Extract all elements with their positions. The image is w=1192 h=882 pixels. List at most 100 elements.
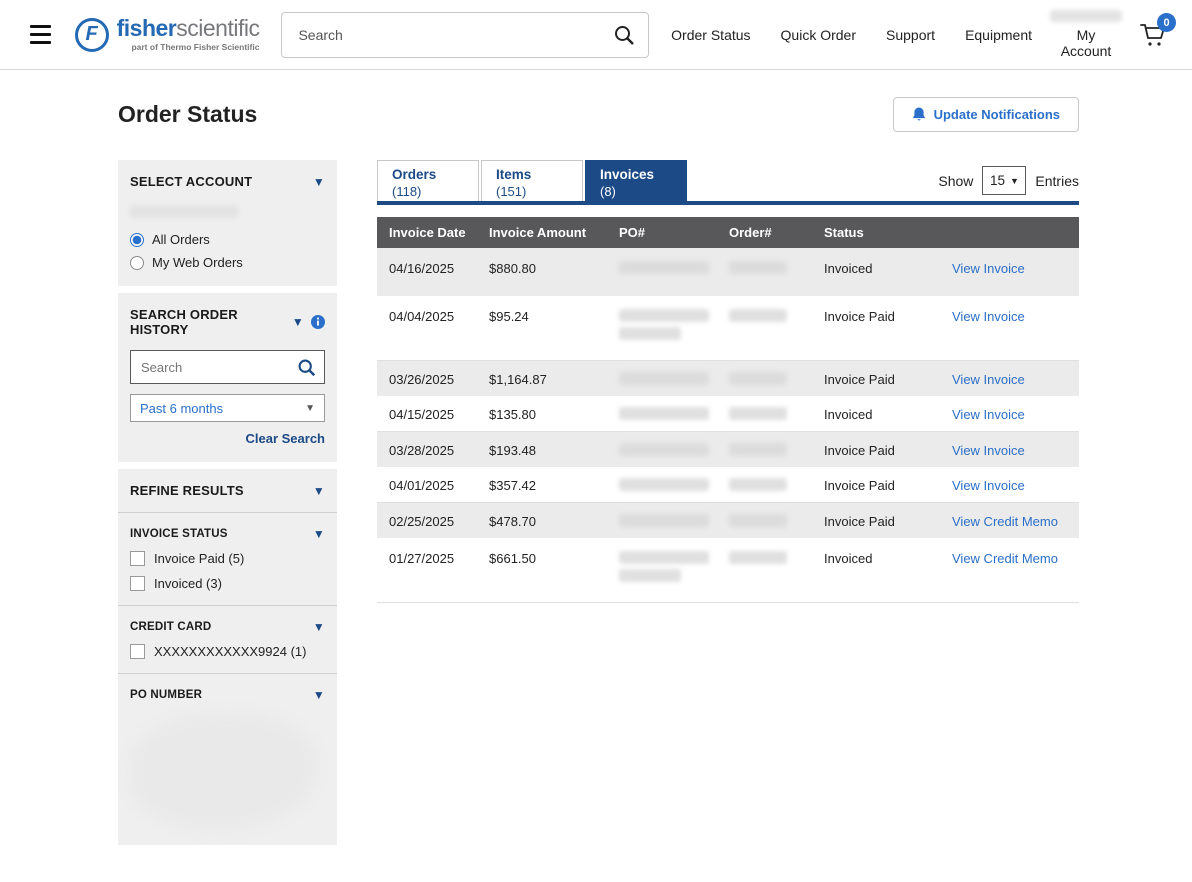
checkbox-label: Invoice Paid (5) <box>154 551 244 566</box>
my-account-button[interactable]: My Account <box>1050 10 1122 59</box>
po-number-cell <box>607 503 717 538</box>
view-invoice-link[interactable]: View Invoice <box>952 407 1025 422</box>
credit-card-checkbox[interactable]: XXXXXXXXXXXX9924 (1) <box>130 644 325 659</box>
view-invoice-link[interactable]: View Credit Memo <box>952 551 1058 566</box>
invoice-row: 04/16/2025 $880.80 Invoiced Vi <box>377 248 1079 296</box>
status-cell: Invoice Paid <box>812 432 940 467</box>
fisher-logo[interactable]: F fisherscientific part of Thermo Fisher… <box>75 17 260 52</box>
entries-label: Entries <box>1035 173 1079 189</box>
date-range-select[interactable]: Past 6 months ▼ <box>130 394 325 422</box>
nav-link[interactable]: Equipment <box>965 27 1032 43</box>
column-header <box>940 217 1079 248</box>
info-icon[interactable] <box>311 315 325 329</box>
radio-icon <box>130 256 144 270</box>
nav-link[interactable]: Order Status <box>671 27 750 43</box>
chevron-down-icon: ▼ <box>313 620 325 634</box>
clear-search-link[interactable]: Clear Search <box>130 431 325 446</box>
header-search <box>281 12 649 58</box>
view-invoice-link[interactable]: View Invoice <box>952 261 1025 276</box>
invoice-row: 03/28/2025 $193.48 Invoice Paid <box>377 432 1079 467</box>
menu-icon[interactable] <box>30 25 51 44</box>
chevron-down-icon: ▼ <box>313 688 325 702</box>
brand-tagline: part of Thermo Fisher Scientific <box>117 43 260 52</box>
column-header: Status <box>812 217 940 248</box>
po-number-cell <box>607 467 717 502</box>
invoice-date-cell: 04/04/2025 <box>377 296 477 360</box>
table-body: 04/16/2025 $880.80 Invoiced Vi <box>377 248 1079 603</box>
order-number-cell <box>717 296 812 360</box>
po-number-cell <box>607 396 717 431</box>
view-invoice-link[interactable]: View Invoice <box>952 309 1025 324</box>
search-icon[interactable] <box>613 24 635 46</box>
radio-icon <box>130 233 144 247</box>
cart-count-badge: 0 <box>1157 13 1176 32</box>
select-account-header[interactable]: SELECT ACCOUNT ▼ <box>130 174 325 189</box>
invoice-status-checkbox[interactable]: Invoiced (3) <box>130 576 325 591</box>
credit-card-header[interactable]: CREDIT CARD ▼ <box>130 620 325 634</box>
refine-results-header[interactable]: REFINE RESULTS ▼ <box>130 483 325 498</box>
results-tab[interactable]: Items (151) <box>481 160 583 201</box>
search-icon[interactable] <box>297 358 316 377</box>
select-account-section: SELECT ACCOUNT ▼ All Orders My Web <box>118 160 337 286</box>
search-order-history-section: SEARCH ORDER HISTORY ▼ Past 6 months ▼ C… <box>118 293 337 462</box>
chevron-down-icon: ▼ <box>292 315 304 329</box>
search-order-history-header[interactable]: SEARCH ORDER HISTORY ▼ <box>130 307 325 337</box>
column-header: Invoice Amount <box>477 217 607 248</box>
order-number-redacted <box>729 407 787 420</box>
show-label: Show <box>938 173 973 189</box>
order-number-redacted <box>729 261 787 274</box>
filters-sidebar: SELECT ACCOUNT ▼ All Orders My Web <box>118 160 337 852</box>
po-number-cell <box>607 248 717 296</box>
chevron-down-icon: ▼ <box>313 175 325 189</box>
account-number-redacted <box>130 205 238 218</box>
order-scope-radio[interactable]: All Orders <box>130 232 325 247</box>
view-invoice-link[interactable]: View Credit Memo <box>952 514 1058 529</box>
cart-button[interactable]: 0 <box>1138 15 1168 54</box>
view-invoice-link[interactable]: View Invoice <box>952 443 1025 458</box>
po-number-header[interactable]: PO NUMBER ▼ <box>130 688 325 702</box>
invoice-date-cell: 04/15/2025 <box>377 396 477 431</box>
po-number-redacted <box>619 309 709 322</box>
status-cell: Invoice Paid <box>812 361 940 396</box>
order-history-search-input[interactable] <box>130 350 325 384</box>
invoice-status-checkbox[interactable]: Invoice Paid (5) <box>130 551 325 566</box>
view-invoice-link[interactable]: View Invoice <box>952 478 1025 493</box>
order-scope-radio[interactable]: My Web Orders <box>130 255 325 270</box>
order-number-cell <box>717 538 812 602</box>
invoice-row: 02/25/2025 $478.70 Invoice Paid <box>377 503 1079 538</box>
invoices-table: Invoice DateInvoice AmountPO#Order#Statu… <box>377 217 1079 603</box>
po-number-cell <box>607 361 717 396</box>
invoice-row: 04/15/2025 $135.80 Invoiced Vi <box>377 396 1079 432</box>
invoice-row: 04/01/2025 $357.42 Invoice Paid <box>377 467 1079 503</box>
action-cell: View Credit Memo <box>940 538 1079 602</box>
update-notifications-button[interactable]: Update Notifications <box>893 97 1079 132</box>
column-header: PO# <box>607 217 717 248</box>
action-cell: View Invoice <box>940 432 1079 467</box>
status-cell: Invoice Paid <box>812 467 940 502</box>
table-header-row: Invoice DateInvoice AmountPO#Order#Statu… <box>377 217 1079 248</box>
order-number-redacted <box>729 514 787 527</box>
tab-underline <box>377 201 1079 205</box>
results-tab[interactable]: Invoices (8) <box>585 160 687 201</box>
radio-label: My Web Orders <box>152 255 243 270</box>
view-invoice-link[interactable]: View Invoice <box>952 372 1025 387</box>
po-number-redacted <box>619 514 709 527</box>
column-header: Invoice Date <box>377 217 477 248</box>
status-cell: Invoiced <box>812 396 940 431</box>
po-number-redacted <box>619 478 709 491</box>
results-tab[interactable]: Orders (118) <box>377 160 479 201</box>
invoice-amount-cell: $357.42 <box>477 467 607 502</box>
status-cell: Invoice Paid <box>812 503 940 538</box>
invoice-status-header[interactable]: INVOICE STATUS ▼ <box>130 527 325 541</box>
po-number-redacted <box>619 569 681 582</box>
entries-select[interactable]: 15 ▼ <box>982 166 1026 195</box>
status-cell: Invoiced <box>812 248 940 296</box>
action-cell: View Invoice <box>940 467 1079 502</box>
nav-link[interactable]: Support <box>886 27 935 43</box>
po-number-redacted <box>619 372 709 385</box>
search-input[interactable] <box>281 12 649 58</box>
order-number-redacted <box>729 309 787 322</box>
nav-link[interactable]: Quick Order <box>781 27 856 43</box>
invoice-date-cell: 02/25/2025 <box>377 503 477 538</box>
checkbox-icon <box>130 644 145 659</box>
